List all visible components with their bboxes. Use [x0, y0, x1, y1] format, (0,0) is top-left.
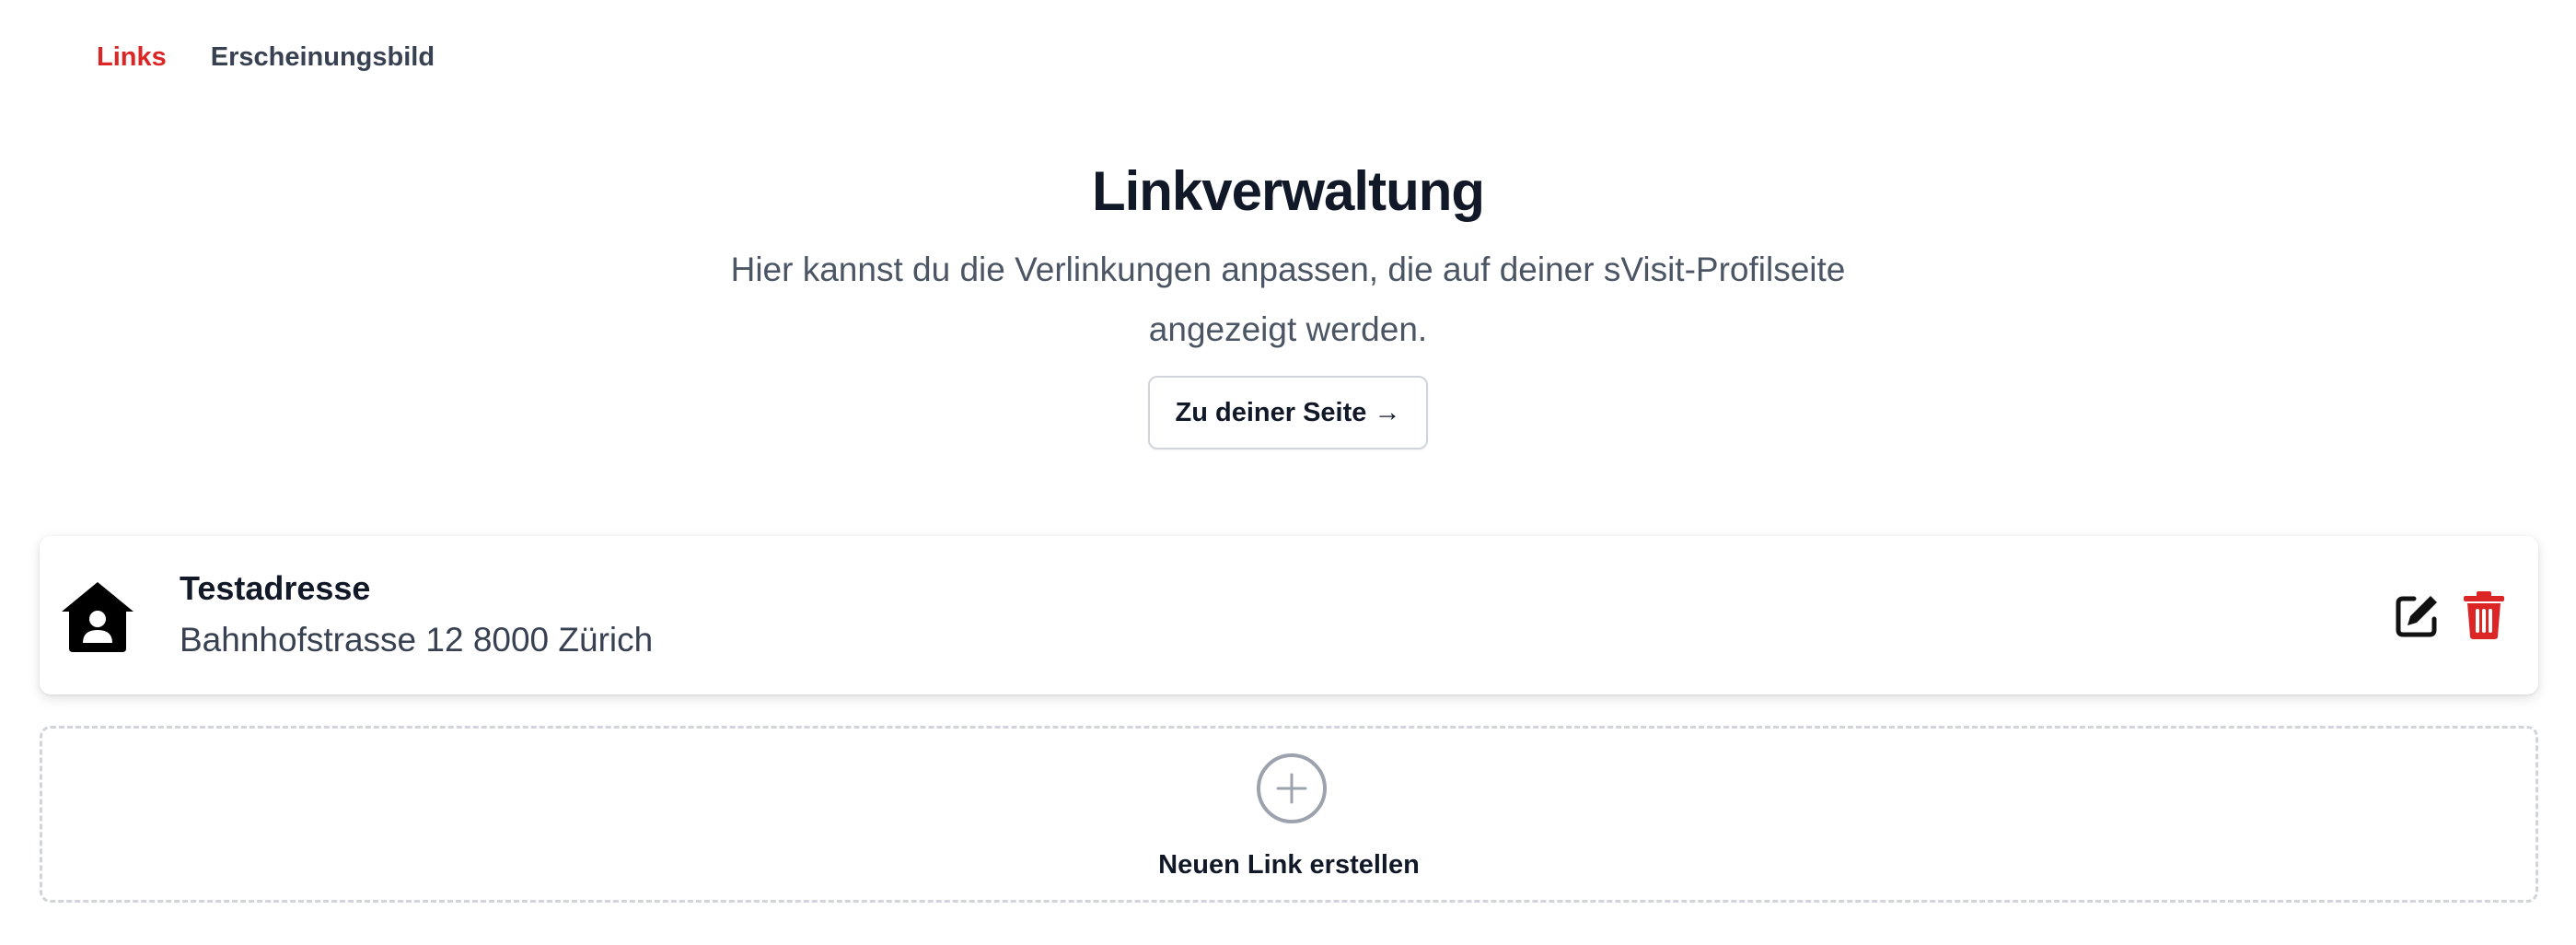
- plus-circle-icon: [1257, 753, 1327, 823]
- top-tabs: Links Erscheinungsbild: [97, 42, 435, 73]
- tab-links[interactable]: Links: [97, 42, 167, 73]
- page-description: Hier kannst du die Verlinkungen anpassen…: [730, 251, 1846, 348]
- link-card[interactable]: Testadresse Bahnhofstrasse 12 8000 Züric…: [40, 536, 2538, 694]
- trash-icon[interactable]: [2461, 589, 2507, 641]
- home-user-icon: [62, 582, 133, 652]
- link-subtitle: Bahnhofstrasse 12 8000 Zürich: [180, 621, 654, 659]
- link-title: Testadresse: [180, 569, 371, 607]
- new-link-button[interactable]: Neuen Link erstellen: [40, 726, 2538, 903]
- new-link-label: Neuen Link erstellen: [1158, 850, 1420, 880]
- go-to-page-button[interactable]: Zu deiner Seite →: [1147, 376, 1429, 449]
- tab-erscheinungsbild[interactable]: Erscheinungsbild: [211, 42, 435, 73]
- page-header: Linkverwaltung Hier kannst du die Verlin…: [0, 157, 2576, 449]
- page-title: Linkverwaltung: [1091, 160, 1485, 222]
- edit-icon[interactable]: [2394, 591, 2442, 639]
